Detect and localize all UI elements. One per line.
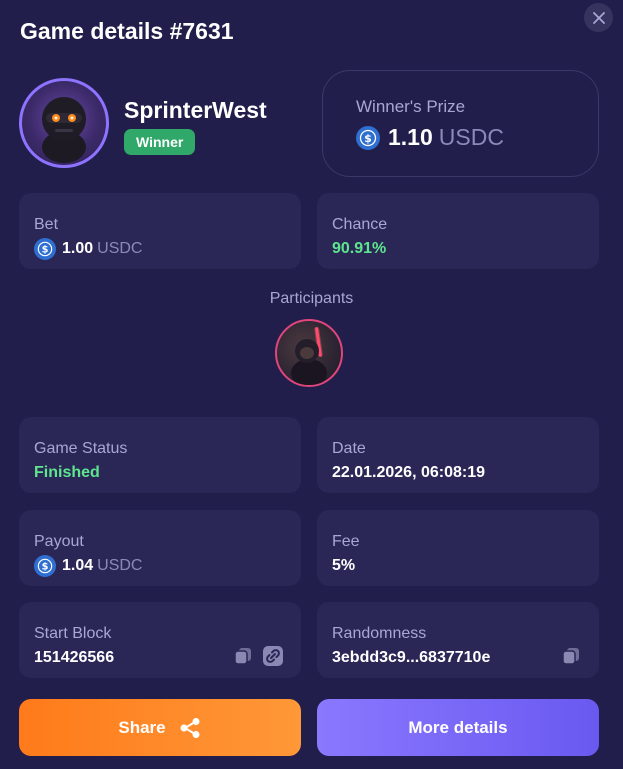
payout-value: $ 1.04 USDC — [34, 554, 142, 578]
randomness-value: 3ebdd3c9...6837710e — [332, 649, 491, 666]
prize-currency: USDC — [438, 124, 504, 150]
bet-label: Bet — [34, 216, 59, 233]
payout-card: Payout $ 1.04 USDC — [19, 510, 301, 586]
game-status-label: Game Status — [34, 440, 128, 457]
payout-amount: 1.04 — [62, 557, 94, 574]
winner-badge: Winner — [124, 129, 196, 155]
copy-randomness-button[interactable] — [560, 645, 582, 667]
usdc-icon: $ — [34, 555, 56, 577]
randomness-card: Randomness 3ebdd3c9...6837710e — [317, 602, 599, 678]
open-block-link-button[interactable] — [262, 645, 284, 667]
svg-text:$: $ — [42, 245, 49, 256]
copy-start-block-button[interactable] — [232, 645, 254, 667]
bet-card: Bet $ 1.00 USDC — [19, 193, 301, 269]
close-button[interactable] — [584, 3, 613, 32]
bet-amount: 1.00 — [62, 240, 94, 257]
game-status-value: Finished — [34, 464, 100, 481]
usdc-icon: $ — [34, 238, 56, 260]
fee-value: 5% — [332, 557, 356, 574]
payout-currency: USDC — [97, 557, 143, 574]
winner-name: SprinterWest — [124, 97, 267, 123]
date-label: Date — [332, 440, 366, 457]
participants-label: Participants — [269, 290, 354, 307]
link-icon — [263, 646, 283, 666]
prize-value: $ 1.10 USDC — [356, 124, 504, 151]
prize-amount: 1.10 — [388, 124, 433, 150]
fee-label: Fee — [332, 533, 360, 550]
page-title: Game details #7631 — [20, 18, 234, 44]
prize-label: Winner's Prize — [356, 97, 466, 116]
randomness-label: Randomness — [332, 625, 427, 642]
close-icon — [592, 11, 605, 24]
bet-value: $ 1.00 USDC — [34, 237, 142, 261]
chance-value: 90.91% — [332, 240, 387, 257]
share-icon — [180, 717, 200, 738]
start-block-card: Start Block 151426566 — [19, 602, 301, 678]
start-block-value: 151426566 — [34, 649, 115, 666]
copy-icon — [234, 648, 251, 665]
share-label: Share — [118, 717, 166, 737]
chance-label: Chance — [332, 216, 388, 233]
game-status-card: Game Status Finished — [19, 417, 301, 493]
start-block-label: Start Block — [34, 625, 112, 642]
participant-avatar[interactable] — [275, 319, 343, 387]
date-card: Date 22.01.2026, 06:08:19 — [317, 417, 599, 493]
more-details-button[interactable]: More details — [317, 699, 599, 756]
share-button[interactable]: Share — [19, 699, 301, 756]
copy-icon — [562, 648, 579, 665]
payout-label: Payout — [34, 533, 84, 550]
chance-card: Chance 90.91% — [317, 193, 599, 269]
more-details-label: More details — [408, 717, 508, 737]
svg-text:$: $ — [364, 132, 372, 145]
bet-currency: USDC — [97, 240, 143, 257]
usdc-icon: $ — [356, 125, 380, 150]
winner-prize-card: Winner's Prize $ 1.10 USDC — [322, 70, 599, 177]
fee-card: Fee 5% — [317, 510, 599, 586]
svg-text:$: $ — [42, 562, 49, 573]
date-value: 22.01.2026, 06:08:19 — [332, 464, 486, 481]
winner-avatar — [19, 78, 109, 168]
